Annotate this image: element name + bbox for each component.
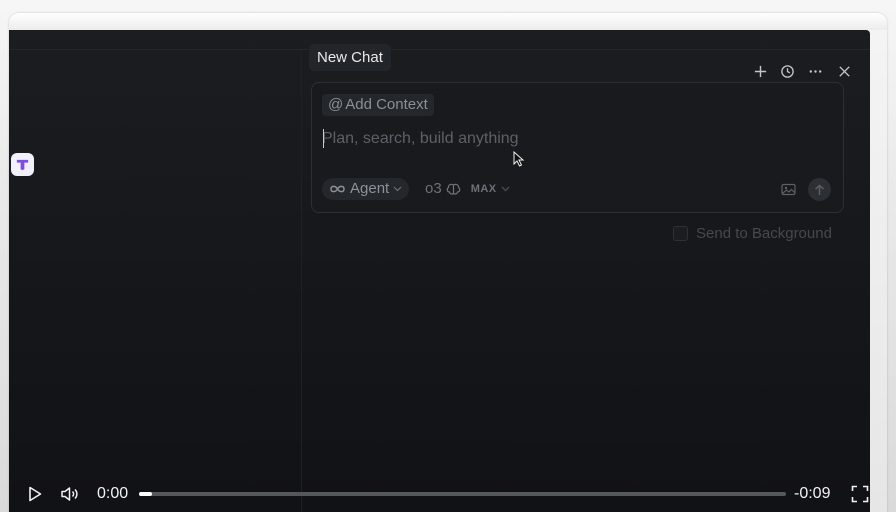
history-icon[interactable] [778, 62, 796, 80]
more-icon[interactable] [806, 62, 824, 80]
brain-icon [446, 183, 461, 195]
chat-composer: @ Add Context Agent o3 MAX [311, 82, 844, 213]
remaining-time: -0:09 [794, 485, 831, 502]
max-badge: MAX [470, 183, 497, 195]
video-controls: 0:00 -0:09 [0, 474, 896, 512]
chevron-down-icon [393, 186, 402, 192]
infinity-icon [330, 185, 345, 193]
at-icon: @ [328, 96, 344, 113]
extension-icon[interactable] [11, 153, 34, 176]
add-context-button[interactable]: @ Add Context [322, 94, 434, 116]
play-icon[interactable] [25, 484, 45, 504]
chevron-down-icon [501, 186, 510, 192]
add-context-label: Add Context [345, 96, 428, 113]
close-icon[interactable] [835, 62, 853, 80]
mode-selector[interactable]: Agent [322, 178, 410, 200]
model-selector[interactable]: o3 MAX [425, 178, 510, 200]
header-divider [9, 49, 870, 50]
send-to-background-toggle[interactable]: Send to Background [673, 223, 832, 243]
window-titlebar[interactable] [9, 13, 887, 30]
send-to-background-label: Send to Background [696, 224, 832, 242]
volume-icon[interactable] [60, 484, 80, 504]
prompt-input[interactable] [322, 127, 822, 151]
window-side-strip [870, 30, 887, 512]
elapsed-time: 0:00 [97, 485, 129, 502]
video-progress-bar[interactable] [139, 492, 786, 496]
plus-icon[interactable] [751, 62, 769, 80]
chat-title-label: New Chat [317, 49, 383, 66]
panel-splitter[interactable] [301, 50, 302, 512]
image-upload-icon[interactable] [780, 181, 796, 197]
model-label: o3 [425, 180, 442, 197]
send-button[interactable] [808, 178, 831, 201]
extension-logo-icon [16, 159, 29, 171]
chat-tab-title[interactable]: New Chat [309, 44, 391, 71]
desktop-background: New Chat @ Add Context Agent [0, 0, 896, 512]
arrow-up-icon [815, 184, 824, 195]
mode-label: Agent [350, 180, 390, 197]
video-progress-fill [139, 492, 152, 496]
mouse-pointer-icon [513, 151, 525, 167]
send-to-background-checkbox[interactable] [673, 225, 688, 241]
fullscreen-icon[interactable] [850, 484, 870, 504]
text-caret [323, 129, 324, 148]
